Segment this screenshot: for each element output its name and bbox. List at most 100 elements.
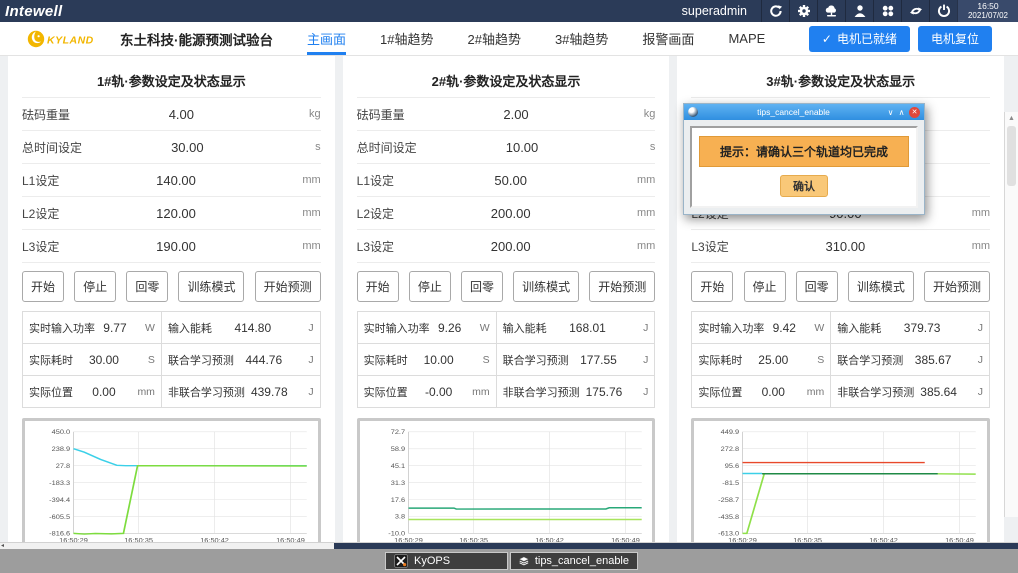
- status-cell: 联合学习预测 177.55 J: [496, 344, 655, 376]
- tab-axis3-trend[interactable]: 3#轴趋势: [555, 22, 608, 55]
- param-row: 砝码重量 4.00 kg: [22, 98, 321, 131]
- cloud-network-icon[interactable]: [817, 0, 845, 22]
- taskbar-item-tips-cancel-enable[interactable]: tips_cancel_enable: [510, 552, 638, 570]
- motor-ready-button[interactable]: ✓ 电机已就绪: [809, 26, 910, 52]
- username: superadmin: [668, 0, 761, 22]
- param-row: L2设定 200.00 mm: [357, 197, 656, 230]
- shade-icon[interactable]: ∨: [885, 108, 896, 117]
- svg-text:449.9: 449.9: [721, 430, 740, 436]
- clover-icon[interactable]: [873, 0, 901, 22]
- svg-text:-10.0: -10.0: [388, 531, 405, 537]
- param-value[interactable]: 200.00: [394, 239, 627, 254]
- param-value[interactable]: 310.00: [729, 239, 962, 254]
- power-icon[interactable]: [929, 0, 957, 22]
- status-cell: 实际耗时 25.00 S: [692, 344, 830, 376]
- param-value[interactable]: 4.00: [70, 107, 293, 122]
- param-value[interactable]: 2.00: [405, 107, 628, 122]
- svg-text:238.9: 238.9: [52, 446, 71, 452]
- stop-button[interactable]: 停止: [744, 271, 786, 302]
- start-button[interactable]: 开始: [357, 271, 399, 302]
- user-icon[interactable]: [845, 0, 873, 22]
- return-zero-button[interactable]: 回零: [796, 271, 838, 302]
- param-label: L3设定: [22, 238, 59, 255]
- return-zero-button[interactable]: 回零: [126, 271, 168, 302]
- scroll-up-icon[interactable]: ▲: [1005, 115, 1018, 122]
- train-mode-button[interactable]: 训练模式: [513, 271, 579, 302]
- param-label: 砝码重量: [357, 106, 405, 123]
- tab-axis2-trend[interactable]: 2#轴趋势: [467, 22, 520, 55]
- svg-text:3.8: 3.8: [395, 514, 405, 520]
- start-predict-button[interactable]: 开始预测: [589, 271, 655, 302]
- param-unit: mm: [962, 240, 990, 252]
- svg-text:58.9: 58.9: [390, 447, 405, 453]
- taskbar-item-kyops[interactable]: KyOPS: [385, 552, 508, 570]
- dialog-body: 提示：请确认三个轨道均已完成 确认: [684, 120, 924, 214]
- status-cell: 非联合学习预测 439.78 J: [161, 376, 320, 407]
- start-button[interactable]: 开始: [691, 271, 733, 302]
- stop-button[interactable]: 停止: [409, 271, 451, 302]
- param-value[interactable]: 50.00: [394, 173, 627, 188]
- param-value[interactable]: 30.00: [82, 140, 293, 155]
- stop-button[interactable]: 停止: [74, 271, 116, 302]
- param-value[interactable]: 200.00: [394, 206, 627, 221]
- dialog-app-icon: [688, 107, 698, 117]
- intewell-logo: Intewell: [0, 3, 62, 20]
- trend-chart-canvas: 450.0238.927.8-183.3-394.4-605.5-816.616…: [28, 424, 315, 549]
- taskbar-item-label: tips_cancel_enable: [535, 555, 629, 567]
- svg-text:27.8: 27.8: [56, 463, 71, 469]
- status-cell: 联合学习预测 385.67 J: [830, 344, 989, 376]
- date: 2021/07/02: [968, 11, 1008, 20]
- param-value[interactable]: 10.00: [417, 140, 628, 155]
- close-icon[interactable]: ✕: [909, 107, 920, 118]
- horizontal-scrollbar[interactable]: ◂: [0, 542, 1018, 549]
- check-icon: ✓: [822, 32, 832, 46]
- param-row: 砝码重量 2.00 kg: [357, 98, 656, 131]
- trend-chart-canvas: 72.758.945.131.317.63.8-10.016:50:2916:5…: [363, 424, 650, 549]
- vertical-scroll-thumb[interactable]: [1007, 126, 1016, 186]
- param-unit: kg: [627, 108, 655, 120]
- param-row: L1设定 50.00 mm: [357, 164, 656, 197]
- confirm-button[interactable]: 确认: [780, 175, 828, 197]
- maximize-icon[interactable]: ∧: [896, 108, 907, 117]
- param-value[interactable]: 190.00: [59, 239, 292, 254]
- refresh-circle-icon[interactable]: [761, 0, 789, 22]
- param-label: L1设定: [22, 172, 59, 189]
- return-zero-button[interactable]: 回零: [461, 271, 503, 302]
- status-cell: 实际位置 0.00 mm: [692, 376, 830, 407]
- scroll-left-icon[interactable]: ◂: [1, 542, 4, 549]
- parameter-list: 砝码重量 2.00 kg 总时间设定 10.00 s L1设定 50.00 mm…: [357, 97, 656, 263]
- vertical-scrollbar[interactable]: ▲: [1004, 112, 1018, 517]
- tab-alarm-screen[interactable]: 报警画面: [642, 22, 694, 55]
- start-predict-button[interactable]: 开始预测: [924, 271, 990, 302]
- status-cell: 实时输入功率 9.42 W: [692, 312, 830, 344]
- tab-mape[interactable]: MAPE: [728, 22, 765, 55]
- panel-title: 1#轨·参数设定及状态显示: [22, 71, 321, 90]
- sync-arrows-icon[interactable]: [901, 0, 929, 22]
- param-value[interactable]: 120.00: [59, 206, 292, 221]
- motor-reset-button[interactable]: 电机复位: [918, 26, 992, 52]
- tab-axis1-trend[interactable]: 1#轴趋势: [380, 22, 433, 55]
- gear-icon[interactable]: [789, 0, 817, 22]
- param-label: L3设定: [357, 238, 394, 255]
- status-cell: 联合学习预测 444.76 J: [161, 344, 320, 376]
- status-cell: 实际耗时 10.00 S: [358, 344, 496, 376]
- dialog-title-bar[interactable]: tips_cancel_enable ∨ ∧ ✕: [684, 104, 924, 120]
- app-nav-bar: KYLAND 东土科技·能源预测试验台 主画面 1#轴趋势 2#轴趋势 3#轴趋…: [0, 22, 1018, 56]
- status-table: 实时输入功率 9.77 W 输入能耗 414.80 J 实际耗时 30.00 S…: [22, 311, 321, 408]
- param-unit: mm: [627, 174, 655, 186]
- param-unit: mm: [293, 207, 321, 219]
- parameter-list: 砝码重量 4.00 kg 总时间设定 30.00 s L1设定 140.00 m…: [22, 97, 321, 263]
- train-mode-button[interactable]: 训练模式: [178, 271, 244, 302]
- start-button[interactable]: 开始: [22, 271, 64, 302]
- status-cell: 实时输入功率 9.26 W: [358, 312, 496, 344]
- tab-main-screen[interactable]: 主画面: [307, 22, 346, 55]
- start-predict-button[interactable]: 开始预测: [255, 271, 321, 302]
- param-row: 总时间设定 10.00 s: [357, 131, 656, 164]
- param-unit: mm: [627, 240, 655, 252]
- train-mode-button[interactable]: 训练模式: [848, 271, 914, 302]
- param-label: L2设定: [357, 205, 394, 222]
- svg-text:17.6: 17.6: [390, 497, 405, 503]
- status-cell: 实际耗时 30.00 S: [23, 344, 161, 376]
- param-value[interactable]: 140.00: [59, 173, 292, 188]
- param-label: 砝码重量: [22, 106, 70, 123]
